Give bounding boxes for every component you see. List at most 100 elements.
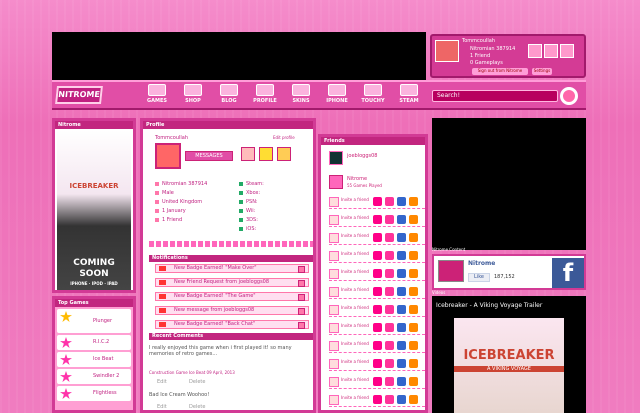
notification-item[interactable]: New Friend Request from joebloggs08 <box>155 278 309 287</box>
nav-skins-label: SKINS <box>292 98 310 104</box>
search-input[interactable]: Search! <box>432 90 558 102</box>
heart-icon[interactable] <box>544 44 558 58</box>
notification-item[interactable]: New Badge Earned! "Make Over" <box>155 264 309 273</box>
notification-item[interactable]: New Badge Earned! "Back Chat" <box>155 320 309 329</box>
mail-icon <box>373 269 382 278</box>
friend-slot[interactable]: Invite a friend <box>329 303 425 317</box>
profile-friends[interactable]: 1 Friend <box>155 217 182 223</box>
user-friends[interactable]: 1 Friend <box>470 53 490 59</box>
friends-header: Friends <box>321 137 425 145</box>
nitrome-fb-avatar[interactable] <box>438 260 464 282</box>
ad-video-box[interactable] <box>432 118 586 250</box>
fb-like-button[interactable]: Like <box>468 273 490 282</box>
video-title[interactable]: Icebreaker - A Viking Voyage Trailer <box>436 302 542 309</box>
rank-star-icon <box>60 337 72 348</box>
nav-skins[interactable]: SKINS <box>284 84 318 108</box>
badge-icon[interactable] <box>560 44 574 58</box>
top-game-item[interactable]: Swindler 2 <box>57 369 131 384</box>
settings-button[interactable]: Settings <box>532 68 552 75</box>
mail-icon[interactable] <box>528 44 542 58</box>
badge-icon[interactable] <box>277 147 291 161</box>
promo-coming: COMING <box>73 258 115 268</box>
invite-avatar-icon <box>329 341 339 351</box>
video-player[interactable]: Videos Icebreaker - A Viking Voyage Trai… <box>432 290 586 413</box>
heart-icon[interactable] <box>259 147 273 161</box>
friend-slot[interactable]: Invite a friend <box>329 267 425 281</box>
top-games-panel: Top Games Plunger R.I.C.2 Ice Beat Swind… <box>52 296 136 413</box>
friend-slot[interactable]: Invite a friend <box>329 213 425 227</box>
friend-slot[interactable]: Invite a friend <box>329 321 425 335</box>
invite-avatar-icon <box>329 251 339 261</box>
facebook-icon[interactable]: f <box>552 258 584 288</box>
friend-slot[interactable]: Invite a friend <box>329 357 425 371</box>
badge-strip <box>149 241 313 247</box>
nav-iphone[interactable]: IPHONE <box>320 84 354 108</box>
nav-blog[interactable]: BLOG <box>212 84 246 108</box>
rank-star-icon <box>60 388 72 399</box>
nav-shop[interactable]: SHOP <box>176 84 210 108</box>
top-game-item[interactable]: Ice Beat <box>57 352 131 367</box>
facebook-like-box: Nitrome Like 187,152 f <box>432 254 586 290</box>
nav-games[interactable]: GAMES <box>140 84 174 108</box>
nav-profile[interactable]: PROFILE <box>248 84 282 108</box>
friend-name[interactable]: joebloggs08 <box>347 153 377 159</box>
invite-label: Invite a friend <box>341 377 369 382</box>
friend-slot[interactable]: Invite a friend <box>329 249 425 263</box>
invite-label: Invite a friend <box>341 233 369 238</box>
delete-comment-button[interactable]: Delete <box>189 379 229 385</box>
badge-icon <box>409 269 418 278</box>
fb-page-name[interactable]: Nitrome <box>468 260 495 267</box>
mail-icon <box>373 323 382 332</box>
nav-steam[interactable]: STEAM <box>392 84 426 108</box>
search-icon[interactable] <box>560 87 578 105</box>
top-game-item[interactable]: R.I.C.2 <box>57 335 131 350</box>
user-name[interactable]: Tommcoullah <box>462 38 495 44</box>
messages-button[interactable]: MESSAGES <box>185 151 233 161</box>
invite-label: Invite a friend <box>341 251 369 256</box>
friend-avatar[interactable] <box>329 175 343 189</box>
friend-name[interactable]: Nitrome <box>347 176 367 182</box>
friend-slot[interactable]: Invite a friend <box>329 231 425 245</box>
invite-label: Invite a friend <box>341 341 369 346</box>
comment-text: I really enjoyed this game when i first … <box>149 345 292 357</box>
mail-icon[interactable] <box>241 147 255 161</box>
banner-ad[interactable] <box>52 32 426 80</box>
delete-comment-button[interactable]: Delete <box>189 404 229 410</box>
friend-slot[interactable]: Invite a friend <box>329 339 425 353</box>
fb-like-count: 187,152 <box>494 274 515 280</box>
nitrome-logo[interactable]: NITROME <box>55 86 103 104</box>
promo-platforms: IPHONE · IPOD · IPAD <box>70 281 118 286</box>
stat-3ds: 3DS: <box>239 217 258 223</box>
content-header: Nitrome Content <box>432 247 466 252</box>
edit-profile-link[interactable]: Edit profile <box>273 135 295 140</box>
mail-icon <box>373 215 382 224</box>
stat-xbox: Xbox: <box>239 190 260 196</box>
friend-avatar[interactable] <box>329 151 343 165</box>
games-icon <box>148 84 166 96</box>
video-thumbnail[interactable]: ICEBREAKER A VIKING VOYAGE <box>454 318 564 413</box>
notification-item[interactable]: New message from joebloggs08 <box>155 306 309 315</box>
friend-slot[interactable]: Invite a friend <box>329 195 425 209</box>
invite-avatar-icon <box>329 395 339 405</box>
mail-icon <box>373 395 382 404</box>
top-game-item[interactable]: Flightless <box>57 386 131 401</box>
heart-icon <box>385 323 394 332</box>
iphone-icon <box>328 84 346 96</box>
heart-icon <box>385 251 394 260</box>
top-game-item[interactable]: Plunger <box>57 309 131 333</box>
video-subtitle: A VIKING VOYAGE <box>454 366 564 372</box>
friend-slot[interactable]: Invite a friend <box>329 393 425 407</box>
sign-out-button[interactable]: Sign out from Nitrome <box>472 68 528 75</box>
profile-birthday: 1 January <box>155 208 186 214</box>
badge-icon <box>409 287 418 296</box>
user-avatar[interactable] <box>435 40 459 62</box>
nav-touchy[interactable]: TOUCHY <box>356 84 390 108</box>
notification-item[interactable]: New Badge Earned! "The Game" <box>155 292 309 301</box>
badge-icon <box>409 377 418 386</box>
icebreaker-promo[interactable]: ICEBREAKER COMING SOON IPHONE · IPOD · I… <box>57 130 131 290</box>
invite-label: Invite a friend <box>341 215 369 220</box>
friend-slot[interactable]: Invite a friend <box>329 285 425 299</box>
invite-avatar-icon <box>329 359 339 369</box>
heart-icon <box>385 233 394 242</box>
friend-slot[interactable]: Invite a friend <box>329 375 425 389</box>
